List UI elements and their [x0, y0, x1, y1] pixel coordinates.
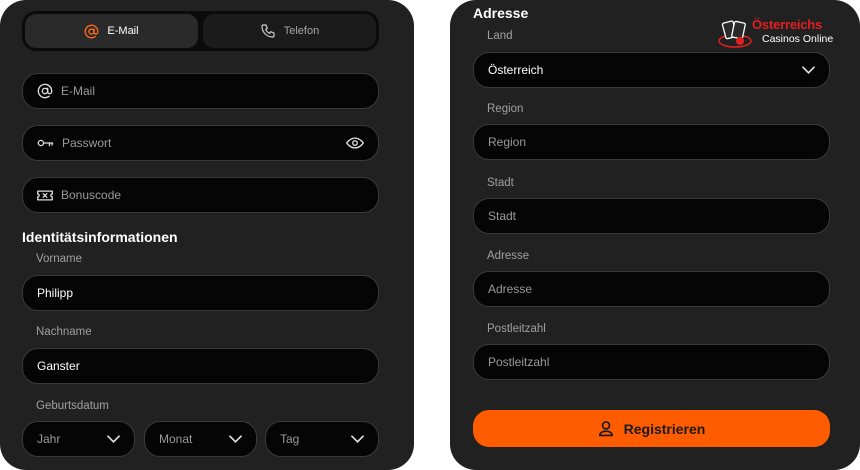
identity-heading: Identitätsinformationen	[22, 229, 178, 245]
region-placeholder: Region	[488, 135, 527, 149]
chevron-down-icon	[802, 66, 815, 74]
birth-year-select[interactable]: Jahr	[22, 421, 135, 457]
region-label: Region	[487, 103, 524, 115]
email-placeholder: E-Mail	[61, 84, 96, 98]
chevron-down-icon	[351, 435, 364, 443]
email-field[interactable]: E-Mail	[22, 73, 379, 109]
key-icon	[37, 137, 54, 149]
lastname-value: Ganster	[37, 359, 80, 373]
registration-panel-left: E-Mail Telefon E-Mail Passwort Bonuscode…	[0, 0, 414, 470]
phone-icon	[260, 23, 276, 39]
birth-day-select[interactable]: Tag	[265, 421, 379, 457]
birth-month-select[interactable]: Monat	[144, 421, 257, 457]
birth-month-value: Monat	[159, 432, 193, 446]
chevron-down-icon	[229, 435, 242, 443]
bonus-code-placeholder: Bonuscode	[61, 188, 122, 202]
city-placeholder: Stadt	[488, 209, 517, 223]
firstname-label: Vorname	[36, 253, 83, 265]
zip-field[interactable]: Postleitzahl	[473, 344, 830, 380]
site-logo: Österreichs Casinos Online	[718, 17, 836, 51]
user-icon	[598, 420, 614, 437]
street-placeholder: Adresse	[488, 282, 533, 296]
chevron-down-icon	[107, 435, 120, 443]
zip-label: Postleitzahl	[487, 323, 546, 335]
firstname-field[interactable]: Philipp	[22, 275, 379, 311]
logo-line-1: Österreichs	[752, 17, 823, 32]
ticket-icon	[37, 189, 53, 202]
password-placeholder: Passwort	[62, 136, 112, 150]
address-heading: Adresse	[473, 5, 529, 21]
tab-email-label: E-Mail	[107, 25, 139, 37]
country-label: Land	[487, 30, 513, 42]
logo-line-2: Casinos Online	[762, 33, 834, 45]
zip-placeholder: Postleitzahl	[488, 355, 550, 369]
country-select[interactable]: Österreich	[473, 52, 830, 88]
lastname-label: Nachname	[36, 326, 92, 338]
playing-cards-icon	[718, 19, 752, 49]
street-field[interactable]: Adresse	[473, 271, 830, 307]
street-label: Adresse	[487, 250, 530, 262]
region-field[interactable]: Region	[473, 124, 830, 160]
contact-method-tabs: E-Mail Telefon	[22, 11, 379, 51]
country-value: Österreich	[488, 63, 544, 77]
at-sign-icon	[37, 83, 53, 99]
birthdate-label: Geburtsdatum	[36, 400, 109, 412]
bonus-code-field[interactable]: Bonuscode	[22, 177, 379, 213]
at-sign-icon	[84, 24, 99, 39]
show-password-icon[interactable]	[346, 136, 364, 150]
register-button-label: Registrieren	[623, 420, 706, 437]
birth-day-value: Tag	[280, 432, 300, 446]
firstname-value: Philipp	[37, 286, 74, 300]
register-button[interactable]: Registrieren	[473, 410, 830, 447]
tab-email[interactable]: E-Mail	[25, 14, 198, 48]
lastname-field[interactable]: Ganster	[22, 348, 379, 384]
tab-phone[interactable]: Telefon	[203, 14, 376, 48]
city-field[interactable]: Stadt	[473, 198, 830, 234]
password-field[interactable]: Passwort	[22, 125, 379, 161]
birth-year-value: Jahr	[37, 432, 61, 446]
tab-phone-label: Telefon	[283, 25, 320, 37]
city-label: Stadt	[487, 177, 514, 189]
